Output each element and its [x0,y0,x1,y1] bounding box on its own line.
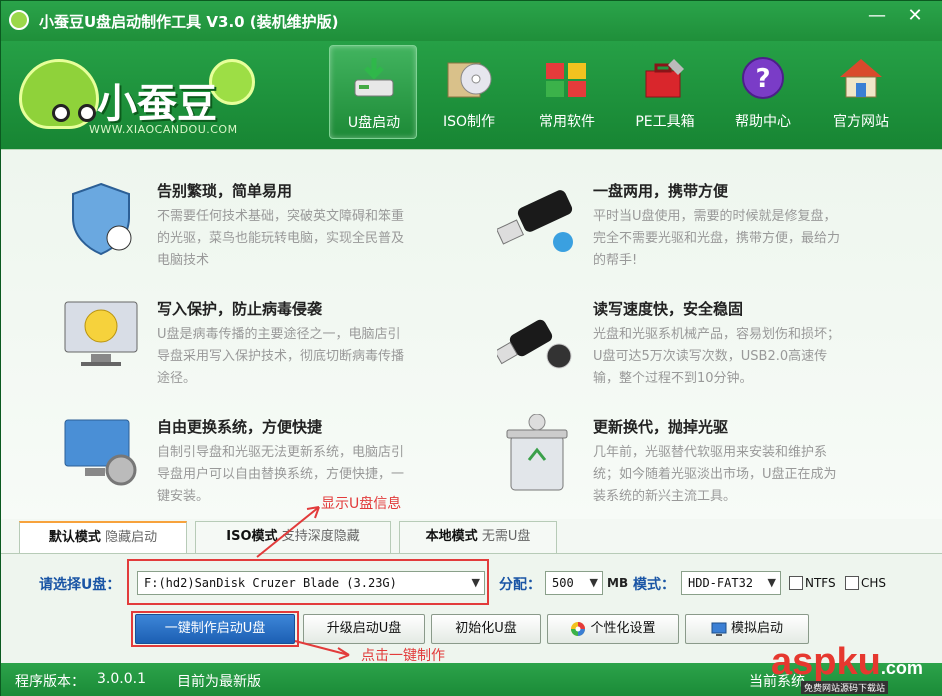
shield-icon [72,182,132,256]
simulate-boot-button[interactable]: 模拟启动 [685,614,809,644]
monitor-smile-icon [64,301,138,366]
feature-item: 写入保护，防止病毒侵袭 U盘是病毒传播的主要途径之一，电脑店引导盘采用写入保护技… [61,296,491,406]
logo-text: 小蚕豆 [97,81,217,127]
chs-label: CHS [861,576,887,590]
svg-text:?: ? [755,64,770,94]
tool-usb-boot[interactable]: U盘启动 [329,45,417,139]
monitor-gear-icon [64,419,137,486]
disc-folder-icon [447,62,492,98]
tool-pe-toolbox[interactable]: PE工具箱 [621,45,709,139]
app-window: 小蚕豆U盘启动制作工具 V3.0 (装机维护版) — ✕ 小蚕豆 WWW.XIA… [0,0,942,696]
feature-item: 告别繁琐，简单易用 不需要任何技术基础，突破英文障碍和笨重的光驱，菜鸟也能玩转电… [61,178,491,288]
toolbox-icon [645,59,684,98]
tool-help[interactable]: ? 帮助中心 [719,45,807,139]
recycle-bin-icon [506,414,568,491]
header-toolbar: 小蚕豆 WWW.XIAOCANDOU.COM U盘启动 ISO制作 常用软件 P… [1,41,942,149]
tool-iso[interactable]: ISO制作 [425,45,513,139]
monitor-icon [711,622,727,636]
chevron-down-icon: ▼ [589,576,598,589]
tab-default-mode[interactable]: 默认模式 隐藏启动 [19,521,187,553]
color-wheel-icon [571,621,586,636]
make-boot-usb-button[interactable]: 一键制作启动U盘 [135,614,295,644]
help-icon: ? [742,57,784,99]
house-icon [840,59,882,98]
watermark-logo: aspku.com [771,641,923,683]
feature-area: 告别繁琐，简单易用 不需要任何技术基础，突破英文障碍和笨重的光驱，菜鸟也能玩转电… [1,149,942,519]
minimize-button[interactable]: — [863,5,891,27]
usb-drive-select[interactable]: F:(hd2)SanDisk Cruzer Blade (3.23G) ▼ [137,571,485,595]
arrow-annotation-icon [294,640,350,660]
watermark-sub: 免费网站源码下载站 [801,681,889,694]
logo: 小蚕豆 WWW.XIAOCANDOU.COM [9,41,279,141]
alloc-label: 分配： [499,577,541,593]
mode-tabs: 默认模式 隐藏启动 ISO模式 支持深度隐藏 本地模式 无需U盘 [1,519,942,553]
feature-item: 读写速度快，安全稳固 光盘和光驱系机械产品，容易划伤和损坏；U盘可达5万次读写次… [497,296,927,406]
update-status: 目前为最新版 [177,674,261,690]
usb-stick-icon [497,190,573,252]
annotation-click-make: 点击一键制作 [361,648,445,664]
logo-url: WWW.XIAOCANDOU.COM [89,123,238,136]
version-value: 3.0.0.1 [97,671,146,687]
app-icon [9,10,29,30]
alloc-unit: MB [607,576,629,590]
tab-local-mode[interactable]: 本地模式 无需U盘 [399,521,557,553]
ntfs-label: NTFS [805,576,836,590]
usb-plug-icon [497,319,572,369]
close-button[interactable]: ✕ [901,5,929,27]
usb-select-label: 请选择U盘： [39,577,121,593]
chevron-down-icon: ▼ [471,576,480,589]
title-bar[interactable]: 小蚕豆U盘启动制作工具 V3.0 (装机维护版) — ✕ [1,1,942,41]
mode-label: 模式： [633,577,675,593]
alloc-select[interactable]: 500 ▼ [545,571,603,595]
version-label: 程序版本： [15,674,85,690]
init-usb-button[interactable]: 初始化U盘 [431,614,541,644]
usb-drive-icon [354,58,394,97]
chs-checkbox[interactable] [845,576,859,590]
personalize-button[interactable]: 个性化设置 [547,614,679,644]
window-title: 小蚕豆U盘启动制作工具 V3.0 (装机维护版) [39,13,339,31]
mode-select[interactable]: HDD-FAT32 ▼ [681,571,781,595]
feature-item: 一盘两用，携带方便 平时当U盘使用，需要的时候就是修复盘，完全不需要光驱和光盘，… [497,178,927,288]
ntfs-checkbox[interactable] [789,576,803,590]
cubes-icon [546,63,586,97]
chevron-down-icon: ▼ [767,576,776,589]
tool-website[interactable]: 官方网站 [817,45,905,139]
annotation-show-info: 显示U盘信息 [321,496,402,512]
tool-software[interactable]: 常用软件 [523,45,611,139]
feature-item: 更新换代，抛掉光驱 几年前，光驱替代软驱用来安装和维护系统；如今随着光驱淡出市场… [497,414,927,524]
mascot-icon [19,59,99,129]
